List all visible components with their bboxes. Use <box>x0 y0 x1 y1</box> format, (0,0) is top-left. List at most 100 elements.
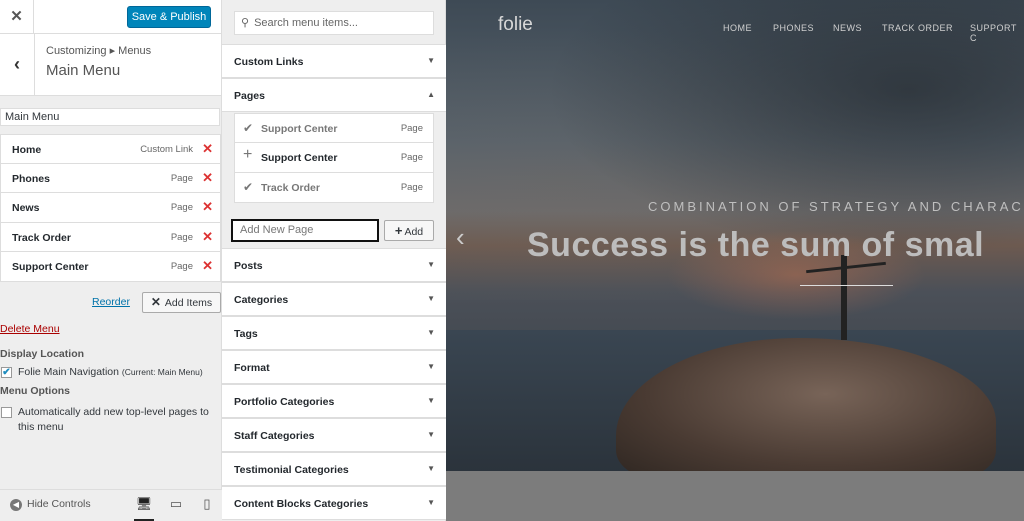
delete-menu-link[interactable]: Delete Menu <box>0 323 60 335</box>
remove-icon[interactable]: ✕ <box>202 170 213 186</box>
menu-item-type: Page <box>170 231 193 243</box>
check-icon: ✔ <box>243 121 254 135</box>
mobile-icon[interactable]: ▯ <box>197 496 217 512</box>
hide-controls-label: Hide Controls <box>27 498 91 510</box>
chevron-down-icon: ▼ <box>427 328 435 337</box>
menu-item-type: Page <box>170 202 193 213</box>
tablet-icon[interactable]: ▭ <box>166 496 186 512</box>
desktop-icon[interactable]: 🖥 <box>134 496 154 521</box>
menu-item-type: Page <box>170 172 193 184</box>
menu-item[interactable]: Phones Page ✕ <box>0 163 221 193</box>
nav-phones[interactable]: PHONES <box>773 23 814 33</box>
nav-track-order[interactable]: TRACK ORDER <box>882 23 953 33</box>
remove-icon[interactable]: ✕ <box>202 199 213 215</box>
person-silhouette <box>841 255 847 340</box>
add-items-label: Add Items <box>164 297 213 309</box>
menu-item-name: Phones <box>12 172 50 185</box>
chevron-down-icon: ▼ <box>427 464 435 473</box>
panel-header: ‹ Customizing ▸ Menus Main Menu <box>0 34 221 96</box>
section-tags[interactable]: Tags ▼ <box>222 316 446 350</box>
collapse-icon: ◀ <box>10 499 22 511</box>
page-title: Main Menu <box>46 62 121 79</box>
section-label: Tags <box>234 328 258 340</box>
section-posts[interactable]: Posts ▼ <box>222 248 446 282</box>
section-label: Format <box>234 362 270 374</box>
section-content-blocks-categories[interactable]: Content Blocks Categories ▼ <box>222 486 446 520</box>
menu-item-name: Home <box>12 144 42 156</box>
breadcrumb: Customizing ▸ Menus <box>46 45 152 57</box>
add-items-button[interactable]: ✕ Add Items <box>142 292 221 313</box>
menu-item[interactable]: Home Custom Link ✕ <box>0 134 221 164</box>
menu-item-type: Page <box>170 261 193 272</box>
page-name: Support Center <box>261 123 338 135</box>
chevron-down-icon: ▼ <box>427 396 435 405</box>
remove-icon[interactable]: ✕ <box>202 229 213 245</box>
save-publish-button[interactable]: Save & Publish <box>127 6 211 28</box>
section-testimonial-categories[interactable]: Testimonial Categories ▼ <box>222 452 446 486</box>
add-page-button[interactable]: + Add <box>384 220 434 241</box>
preview-footer-strip <box>446 471 1024 521</box>
chevron-down-icon: ▼ <box>427 430 435 439</box>
section-staff-categories[interactable]: Staff Categories ▼ <box>222 418 446 452</box>
chevron-up-icon: ▲ <box>427 90 435 99</box>
page-type: Page <box>400 123 423 134</box>
menu-item[interactable]: Support Center Page ✕ <box>0 252 221 282</box>
site-preview: folie HOME PHONES NEWS TRACK ORDER SUPPO… <box>446 0 1024 521</box>
section-pages[interactable]: Pages ▲ <box>222 78 446 112</box>
close-icon: ✕ <box>150 295 161 309</box>
menu-item-type: Custom Link <box>140 144 193 155</box>
section-label: Testimonial Categories <box>234 464 349 476</box>
auto-add-checkbox[interactable] <box>1 407 12 418</box>
section-format[interactable]: Format ▼ <box>222 350 446 384</box>
hero-headline: Success is the sum of smal <box>527 226 985 264</box>
location-note: (Current: Main Menu) <box>121 367 203 377</box>
page-type: Page <box>400 182 423 193</box>
nav-news[interactable]: NEWS <box>833 23 862 33</box>
hero-tagline: COMBINATION OF STRATEGY AND CHARACT <box>648 199 1024 214</box>
add-label: Add <box>404 226 424 238</box>
divider <box>800 285 893 286</box>
menu-item-name: Support Center <box>12 261 89 273</box>
chevron-left-icon[interactable]: ‹ <box>456 222 465 253</box>
search-icon: ⚲ <box>241 17 250 29</box>
section-label: Categories <box>234 294 289 306</box>
page-name: Support Center <box>261 152 338 164</box>
customizer-header: ✕ Save & Publish <box>0 0 221 34</box>
close-icon[interactable]: ✕ <box>0 0 34 34</box>
remove-icon[interactable]: ✕ <box>202 258 213 274</box>
search-input[interactable]: ⚲ Search menu items... <box>234 11 434 35</box>
nav-home[interactable]: HOME <box>723 23 752 33</box>
location-checkbox[interactable]: ✔ <box>1 367 12 378</box>
section-categories[interactable]: Categories ▼ <box>222 282 446 316</box>
plus-icon: + <box>394 223 403 238</box>
site-logo[interactable]: folie <box>498 14 533 36</box>
location-name: Folie Main Navigation <box>18 366 119 378</box>
menu-name-field[interactable]: Main Menu <box>0 108 220 126</box>
chevron-down-icon: ▼ <box>427 260 435 269</box>
section-portfolio-categories[interactable]: Portfolio Categories ▼ <box>222 384 446 418</box>
section-custom-links[interactable]: Custom Links ▼ <box>222 44 446 78</box>
nav-support-center[interactable]: SUPPORT C <box>970 23 1024 43</box>
menu-item[interactable]: News Page ✕ <box>0 193 221 223</box>
remove-icon[interactable]: ✕ <box>202 141 213 157</box>
menu-options-heading: Menu Options <box>0 385 70 397</box>
chevron-down-icon: ▼ <box>427 362 435 371</box>
section-label: Content Blocks Categories <box>234 498 369 510</box>
new-page-input[interactable]: Add New Page <box>231 219 379 242</box>
chevron-down-icon: ▼ <box>427 56 435 65</box>
customizer-controls: ✕ Save & Publish ‹ Customizing ▸ Menus M… <box>0 0 222 521</box>
plus-icon: + <box>243 146 253 163</box>
display-location-heading: Display Location <box>0 348 85 360</box>
reorder-link[interactable]: Reorder <box>92 296 130 308</box>
list-item[interactable]: ✔ Support Center Page <box>234 113 434 143</box>
list-item[interactable]: + Support Center Page <box>234 143 434 173</box>
menu-item[interactable]: Track Order Page ✕ <box>0 222 221 252</box>
section-label: Custom Links <box>234 56 304 68</box>
menu-item-name: News <box>12 202 40 214</box>
list-item[interactable]: ✔ Track Order Page <box>234 173 434 203</box>
page-type: Page <box>400 152 423 163</box>
hide-controls-button[interactable]: ◀ Hide Controls <box>10 498 91 511</box>
section-label: Pages <box>234 90 265 102</box>
back-icon[interactable]: ‹ <box>0 34 35 95</box>
chevron-down-icon: ▼ <box>427 498 435 507</box>
